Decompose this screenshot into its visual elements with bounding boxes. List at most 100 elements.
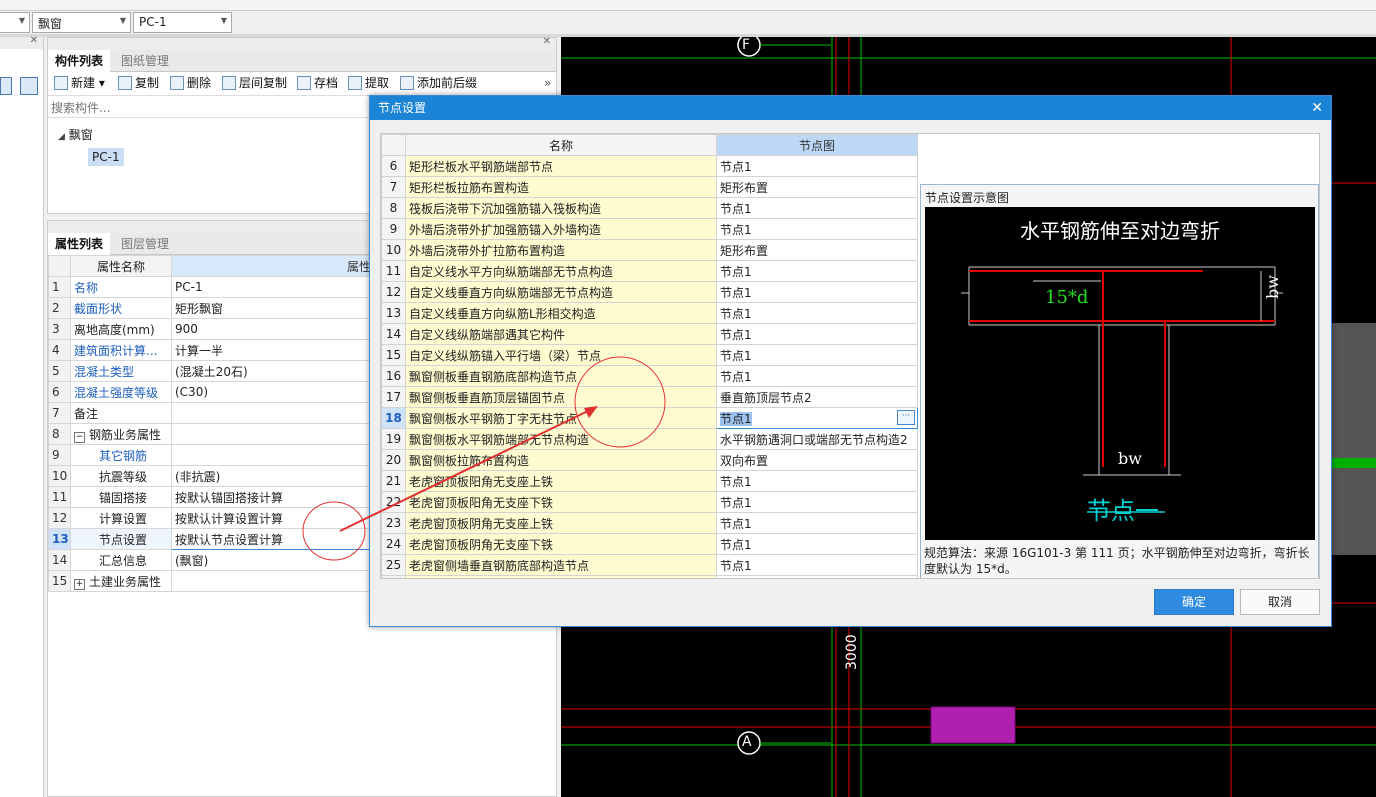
node-value[interactable]: 节点1 <box>716 302 918 324</box>
table-row[interactable]: 6 矩形栏板水平钢筋端部节点 节点1 <box>381 155 918 177</box>
node-value[interactable]: 节点1 <box>716 155 918 177</box>
floor-select[interactable]: ▼ <box>0 12 30 33</box>
table-row[interactable]: 9 外墙后浇带外扩加强筋锚入外墙构造 节点1 <box>381 218 918 240</box>
table-row[interactable]: 10 外墙后浇带外扩拉筋布置构造 矩形布置 <box>381 239 918 261</box>
table-row[interactable]: 17 飘窗侧板垂直筋顶层锚固节点 垂直筋顶层节点2 <box>381 386 918 408</box>
table-row[interactable]: 21 老虎窗顶板阳角无支座上铁 节点1 <box>381 470 918 492</box>
close-icon[interactable]: ✕ <box>1311 96 1323 120</box>
diagram-title: 水平钢筋伸至对边弯折 <box>1020 219 1220 243</box>
node-value[interactable]: 节点1 <box>716 281 918 303</box>
row-number: 15 <box>48 570 71 592</box>
node-value[interactable]: 节点1 <box>716 218 918 240</box>
tab-property-list[interactable]: 属性列表 <box>48 233 111 255</box>
property-name: 计算设置 <box>70 507 172 529</box>
row-number: 9 <box>381 218 406 240</box>
node-value[interactable]: 矩形布置 <box>716 239 918 261</box>
property-name: 抗震等级 <box>70 465 172 487</box>
ok-button[interactable]: 确定 <box>1154 589 1234 615</box>
table-row[interactable]: 25 老虎窗侧墙垂直钢筋底部构造节点 节点1 <box>381 554 918 576</box>
node-value[interactable]: 垂直筋顶层节点2 <box>716 575 918 578</box>
close-icon[interactable]: ✕ <box>543 36 551 47</box>
collapse-icon[interactable]: ◢ <box>58 132 65 142</box>
row-number: 10 <box>48 465 71 487</box>
property-name: 名称 <box>70 276 172 298</box>
tab-component-list[interactable]: 构件列表 <box>48 50 111 72</box>
add-prefix-suffix-button[interactable]: 添加前后缀 <box>400 72 477 94</box>
expand-icon[interactable]: + <box>74 578 85 590</box>
diagram-caption: 节点一 <box>1087 497 1159 525</box>
node-name: 自定义线垂直方向纵筋端部无节点构造 <box>405 281 717 303</box>
wall-block <box>1329 323 1376 555</box>
property-name: 备注 <box>70 402 172 424</box>
row-number: 20 <box>381 449 406 471</box>
table-row[interactable]: 16 飘窗侧板垂直钢筋底部构造节点 节点1 <box>381 365 918 387</box>
collapse-icon[interactable]: − <box>74 431 85 443</box>
ribbon-tab-strip <box>0 0 1376 11</box>
node-value[interactable]: 节点1 <box>716 491 918 513</box>
node-value[interactable]: 双向布置 <box>716 449 918 471</box>
table-row[interactable]: 14 自定义线纵筋端部遇其它构件 节点1 <box>381 323 918 345</box>
component-name-select[interactable]: PC-1 ▼ <box>133 12 232 33</box>
node-value[interactable]: 节点1 <box>716 512 918 534</box>
component-type-select[interactable]: 飘窗 ▼ <box>32 12 131 33</box>
table-row[interactable]: 15 自定义线纵筋锚入平行墙（梁）节点 节点1 <box>381 344 918 366</box>
table-row[interactable]: 11 自定义线水平方向纵筋端部无节点构造 节点1 <box>381 260 918 282</box>
list-view-icon[interactable] <box>0 77 12 95</box>
node-name: 矩形栏板水平钢筋端部节点 <box>405 155 717 177</box>
node-value[interactable]: 节点1 <box>716 344 918 366</box>
table-row[interactable]: 20 飘窗侧板拉筋布置构造 双向布置 <box>381 449 918 471</box>
table-row[interactable]: 19 飘窗侧板水平钢筋端部无节点构造 水平钢筋遇洞口或端部无节点构造2 <box>381 428 918 450</box>
node-name: 自定义线纵筋端部遇其它构件 <box>405 323 717 345</box>
row-number: 25 <box>381 554 406 576</box>
tab-layer-management[interactable]: 图层管理 <box>114 233 176 255</box>
extract-button[interactable]: 提取 <box>348 72 389 94</box>
archive-button[interactable]: 存档 <box>297 72 338 94</box>
table-row[interactable]: 23 老虎窗顶板阴角无支座上铁 节点1 <box>381 512 918 534</box>
more-icon[interactable]: » <box>544 72 551 94</box>
chevron-down-icon: ▼ <box>119 16 126 25</box>
bay-window-element[interactable] <box>930 706 1016 744</box>
node-value[interactable]: 水平钢筋遇洞口或端部无节点构造2 <box>716 428 918 450</box>
table-row[interactable]: 24 老虎窗顶板阴角无支座下铁 节点1 <box>381 533 918 555</box>
node-name: 筏板后浇带下沉加强筋锚入筏板构造 <box>405 197 717 219</box>
grid-view-icon[interactable] <box>20 77 38 95</box>
dialog-title-bar: 节点设置 ✕ <box>370 96 1331 120</box>
property-name: 混凝土类型 <box>70 360 172 382</box>
node-value[interactable]: 节点1 <box>716 323 918 345</box>
row-number: 16 <box>381 365 406 387</box>
cancel-button[interactable]: 取消 <box>1240 589 1320 615</box>
tree-item-pc1[interactable]: PC-1 <box>88 148 124 166</box>
node-value[interactable]: 节点1 ··· <box>716 407 918 429</box>
wall-marker <box>1329 458 1376 468</box>
anchor-length-label: 15*d <box>1045 287 1089 308</box>
node-value[interactable]: 节点1 <box>716 260 918 282</box>
node-value[interactable]: 矩形布置 <box>716 176 918 198</box>
row-number: 1 <box>48 276 71 298</box>
table-row[interactable]: 26 老虎窗侧墙垂直筋顶部锚固节点 垂直筋顶层节点2 <box>381 575 918 578</box>
node-value[interactable]: 节点1 <box>716 470 918 492</box>
table-row[interactable]: 12 自定义线垂直方向纵筋端部无节点构造 节点1 <box>381 281 918 303</box>
table-row[interactable]: 7 矩形栏板拉筋布置构造 矩形布置 <box>381 176 918 198</box>
tab-drawing-management[interactable]: 图纸管理 <box>114 50 176 72</box>
node-value[interactable]: 节点1 <box>716 365 918 387</box>
copy-between-floors-button[interactable]: 层间复制 <box>222 72 287 94</box>
tree-parent[interactable]: ◢ 飘窗 <box>58 126 93 143</box>
table-row[interactable]: 8 筏板后浇带下沉加强筋锚入筏板构造 节点1 <box>381 197 918 219</box>
node-value[interactable]: 节点1 <box>716 554 918 576</box>
copy-button[interactable]: 复制 <box>118 72 159 94</box>
node-value[interactable]: 节点1 <box>716 533 918 555</box>
node-table: 名称 节点图 6 矩形栏板水平钢筋端部节点 节点1 7 矩形栏板拉筋布置构造 矩… <box>381 134 918 578</box>
row-number: 23 <box>381 512 406 534</box>
table-row[interactable]: 18 飘窗侧板水平钢筋丁字无柱节点 节点1 ··· <box>381 407 918 429</box>
node-settings-dialog: 节点设置 ✕ 名称 节点图 6 矩形栏板水平钢筋端部节点 节点1 7 矩形栏板拉… <box>369 95 1332 627</box>
table-row[interactable]: 22 老虎窗顶板阳角无支座下铁 节点1 <box>381 491 918 513</box>
new-button[interactable]: 新建 ▾ <box>54 72 105 94</box>
node-value[interactable]: 节点1 <box>716 197 918 219</box>
node-value[interactable]: 垂直筋顶层节点2 <box>716 386 918 408</box>
close-icon[interactable]: ✕ <box>30 35 38 46</box>
row-number: 12 <box>48 507 71 529</box>
table-row[interactable]: 13 自定义线垂直方向纵筋L形相交构造 节点1 <box>381 302 918 324</box>
row-number: 3 <box>48 318 71 340</box>
ellipsis-button[interactable]: ··· <box>897 410 915 425</box>
delete-button[interactable]: 删除 <box>170 72 211 94</box>
